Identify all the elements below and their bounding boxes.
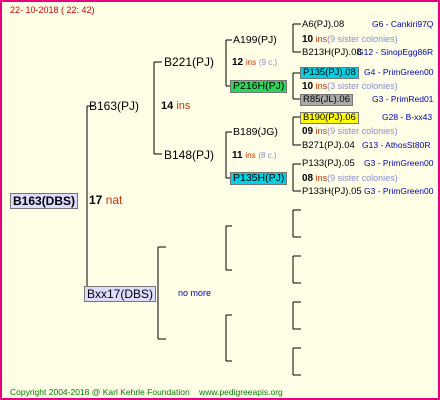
gen2-b-sister: (8 c.) [258,151,277,160]
gen3-a2-queen[interactable]: P216H(PJ) [230,80,288,93]
gen4-queen-8[interactable]: P133H(PJ).05 [302,187,362,197]
gen4-info-1: G6 - Cankiri97Q [372,19,434,29]
sire-queen[interactable]: B163(PJ) [89,100,139,112]
gen2-a-sister: (9 c.) [258,58,278,67]
gen2-b-ins-word: ins [245,151,256,160]
gen4-queen-6[interactable]: B271(PJ).04 [302,141,355,151]
gen4-queen-2[interactable]: B213H(PJ).08 [302,48,362,58]
gen3-b1-sister: (9 sister colonies) [327,126,398,136]
gen4-queen-4[interactable]: R85(JL).06 [300,94,353,106]
gen3-a2-sister: (3 sister colonies) [327,81,398,91]
gen3-b1-ins-word: ins [315,126,328,136]
sire-ins: 14 ins [161,101,190,112]
gen3-b2-queen[interactable]: P135H(PJ) [230,172,288,185]
gen3-b2-ins-word: ins [315,173,328,183]
gen3-a2-ins: 10 ins(3 sister colonies) [302,82,398,92]
footer: Copyright 2004-2018 @ Karl Kehrle Founda… [10,388,283,397]
root-ins-count: 17 [89,193,103,207]
gen3-a1-ins: 10 ins(9 sister colonies) [302,35,398,45]
gen4-info-6: G13 - AthosSt80R [362,140,431,150]
gen2-b-ins-count: 11 [232,150,243,161]
root-queen[interactable]: B163(DBS) [10,193,79,209]
gen2-b-queen[interactable]: B148(PJ) [164,149,214,161]
gen3-b1-ins: 09 ins(9 sister colonies) [302,127,398,137]
gen2-a-ins: 12 ins (9 c.) [232,58,277,68]
sire-ins-word: ins [176,100,191,112]
gen4-queen-5[interactable]: B190(PJ).06 [300,112,359,124]
report-date: 22- 10-2018 ( 22: 42) [10,5,95,15]
gen3-a2-ins-word: ins [315,81,328,91]
gen3-b1-ins-count: 09 [302,126,314,137]
dam-queen[interactable]: Bxx17(DBS) [84,286,157,302]
gen3-a1-sister: (9 sister colonies) [327,34,398,44]
copyright-text: Copyright 2004-2018 @ Karl Kehrle Founda… [10,387,190,397]
gen2-a-ins-word: ins [245,58,257,67]
gen2-b-ins: 11 ins (8 c.) [232,151,277,161]
gen3-b2-ins-count: 08 [302,173,314,184]
gen4-queen-1[interactable]: A6(PJ).08 [302,20,344,30]
gen3-b2-ins: 08 ins(9 sister colonies) [302,174,398,184]
gen3-b2-sister: (9 sister colonies) [327,173,398,183]
gen4-info-8: G3 - PrimGreen00 [364,186,434,196]
gen4-info-3: G4 - PrimGreen00 [364,67,434,77]
gen4-queen-7[interactable]: P133(PJ).05 [302,159,355,169]
pedigree-frame: 22- 10-2018 ( 22: 42) B163(DBS) 17 nat B… [0,0,440,400]
gen4-info-4: G3 - PrimRed01 [372,94,434,104]
root-ins: 17 nat [89,194,122,206]
gen4-info-5: G28 - B-xx43 [382,112,433,122]
gen3-a1-queen[interactable]: A199(PJ) [233,35,277,46]
gen4-info-2: G12 - SinopEgg86R [357,47,434,57]
website-link[interactable]: www.pedigreeapis.org [199,387,283,397]
gen3-a1-ins-count: 10 [302,34,314,45]
sire-ins-count: 14 [161,100,174,112]
gen3-a1-ins-word: ins [315,34,328,44]
gen4-queen-3[interactable]: P135(PJ).08 [300,67,359,79]
gen3-a2-ins-count: 10 [302,81,314,92]
no-more-note: no more [178,288,212,298]
gen3-b1-queen[interactable]: B189(JG) [233,127,278,138]
gen2-a-queen[interactable]: B221(PJ) [164,56,214,68]
gen4-info-7: G3 - PrimGreen00 [364,158,434,168]
gen2-a-ins-count: 12 [232,57,244,68]
root-ins-word: nat [105,193,123,207]
